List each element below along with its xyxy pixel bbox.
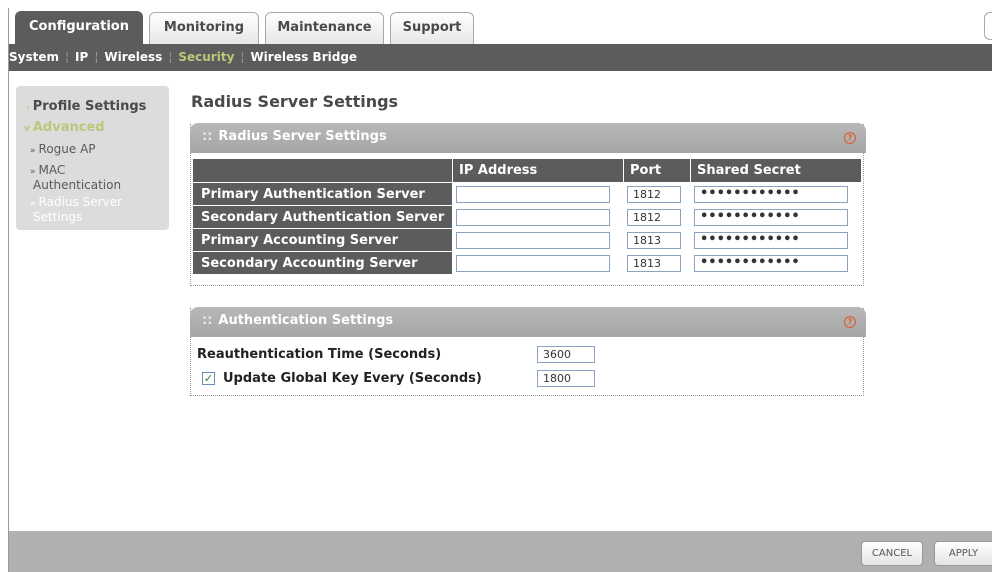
port-input[interactable]: 1812 xyxy=(627,208,681,226)
subnav-ip[interactable]: IP xyxy=(75,44,88,71)
help-icon[interactable]: ? xyxy=(844,316,856,328)
sidebar-item-label: Rogue AP xyxy=(38,142,96,156)
port-input[interactable]: 1813 xyxy=(627,254,681,272)
subnav-separator: ¦ xyxy=(168,50,173,64)
row-label: Primary Authentication Server xyxy=(193,183,452,205)
panel-header: :: Radius Server Settings ? xyxy=(190,123,866,153)
ip-address-input[interactable] xyxy=(456,208,610,226)
double-chevron-icon: » xyxy=(30,167,36,177)
radius-server-panel: :: Radius Server Settings ? IP Address Po… xyxy=(190,123,866,286)
port-cell: 1812 xyxy=(624,206,690,228)
update-global-key-label: Update Global Key Every (Seconds) xyxy=(223,371,482,386)
ip-cell xyxy=(453,229,623,251)
sidebar-item-label: Radius Server xyxy=(38,195,122,209)
secret-cell: •••••••••••• xyxy=(691,206,861,228)
double-chevron-icon: » xyxy=(30,146,36,156)
tab-monitoring[interactable]: Monitoring xyxy=(149,12,259,45)
tab-configuration[interactable]: Configuration xyxy=(15,11,143,45)
sidebar-item-mac-authentication[interactable]: » MAC Authentication xyxy=(30,164,121,192)
ip-cell xyxy=(453,206,623,228)
ip-address-input[interactable] xyxy=(456,231,610,249)
shared-secret-input[interactable]: •••••••••••• xyxy=(694,208,848,226)
subnav-system[interactable]: System xyxy=(9,44,59,71)
sidebar: › Profile Settings v Advanced » Rogue AP » M… xyxy=(16,86,169,230)
sub-navigation: System ¦ IP ¦ Wireless ¦ Security ¦ Wireless Bri… xyxy=(9,44,992,71)
table-row: Secondary Authentication Server 1812 •••… xyxy=(193,206,861,228)
ip-address-input[interactable] xyxy=(456,185,610,203)
table-header-row: IP Address Port Shared Secret xyxy=(193,159,861,182)
subnav-separator: ¦ xyxy=(65,50,70,64)
header-ip-address: IP Address xyxy=(453,159,623,182)
panel-title-text: Radius Server Settings xyxy=(218,129,387,144)
sidebar-item-label: Settings xyxy=(33,210,83,224)
subnav-wireless-bridge[interactable]: Wireless Bridge xyxy=(250,44,357,71)
port-cell: 1812 xyxy=(624,183,690,205)
top-tab-bar: Configuration Monitoring Maintenance Sup… xyxy=(9,8,992,45)
port-cell: 1813 xyxy=(624,252,690,274)
grip-icon: :: xyxy=(202,129,213,144)
table-row: Primary Authentication Server 1812 •••••… xyxy=(193,183,861,205)
subnav-separator: ¦ xyxy=(240,50,245,64)
panel-title: :: Authentication Settings xyxy=(202,313,393,328)
footer-bar: CANCEL APPLY xyxy=(9,531,992,572)
reauthentication-time-label: Reauthentication Time (Seconds) xyxy=(197,347,442,362)
ip-cell xyxy=(453,252,623,274)
sidebar-item-radius-server-settings[interactable]: » Radius Server Settings xyxy=(30,196,122,224)
ip-address-input[interactable] xyxy=(456,254,610,272)
authentication-settings-panel: :: Authentication Settings ? Reauthentica… xyxy=(190,307,866,396)
port-input[interactable]: 1813 xyxy=(627,231,681,249)
shared-secret-input[interactable]: •••••••••••• xyxy=(694,254,848,272)
sidebar-item-advanced[interactable]: v Advanced xyxy=(24,120,105,135)
sidebar-item-label: MAC xyxy=(38,163,66,177)
row-label: Primary Accounting Server xyxy=(193,229,452,251)
table-row: Primary Accounting Server 1813 •••••••••… xyxy=(193,229,861,251)
shared-secret-input[interactable]: •••••••••••• xyxy=(694,185,848,203)
ip-cell xyxy=(453,183,623,205)
secret-cell: •••••••••••• xyxy=(691,229,861,251)
panel-title-text: Authentication Settings xyxy=(218,313,394,328)
help-icon[interactable]: ? xyxy=(844,132,856,144)
chevron-down-icon: v xyxy=(24,124,30,134)
secret-cell: •••••••••••• xyxy=(691,252,861,274)
header-port: Port xyxy=(624,159,690,182)
reauthentication-time-input[interactable]: 3600 xyxy=(537,346,595,363)
table-row: Secondary Accounting Server 1813 •••••••… xyxy=(193,252,861,274)
panel-title: :: Radius Server Settings xyxy=(202,129,387,144)
sidebar-item-rogue-ap[interactable]: » Rogue AP xyxy=(30,143,96,158)
double-chevron-icon: » xyxy=(30,199,36,209)
secret-cell: •••••••••••• xyxy=(691,183,861,205)
subnav-separator: ¦ xyxy=(94,50,99,64)
update-global-key-checkbox[interactable]: ✓ xyxy=(202,372,215,385)
apply-button[interactable]: APPLY xyxy=(934,541,992,566)
logout-button-edge[interactable] xyxy=(984,12,992,40)
header-empty xyxy=(193,159,452,182)
row-label: Secondary Accounting Server xyxy=(193,252,452,274)
subnav-wireless[interactable]: Wireless xyxy=(104,44,162,71)
panel-header: :: Authentication Settings ? xyxy=(190,307,866,337)
tab-maintenance[interactable]: Maintenance xyxy=(265,12,384,45)
sidebar-item-label: Profile Settings xyxy=(32,99,147,114)
shared-secret-input[interactable]: •••••••••••• xyxy=(694,231,848,249)
page-title: Radius Server Settings xyxy=(191,92,399,111)
radius-server-table: IP Address Port Shared Secret Primary Au… xyxy=(192,158,862,275)
sidebar-item-label: Authentication xyxy=(33,178,122,192)
sidebar-item-label: Advanced xyxy=(32,120,105,135)
cancel-button[interactable]: CANCEL xyxy=(861,541,923,566)
sidebar-item-profile-settings[interactable]: › Profile Settings xyxy=(26,99,146,114)
check-icon: ✓ xyxy=(203,372,214,385)
grip-icon: :: xyxy=(202,313,213,328)
header-shared-secret: Shared Secret xyxy=(691,159,861,182)
tab-support[interactable]: Support xyxy=(390,12,474,45)
update-global-key-input[interactable]: 1800 xyxy=(537,370,595,387)
port-input[interactable]: 1812 xyxy=(627,185,681,203)
row-label: Secondary Authentication Server xyxy=(193,206,452,228)
port-cell: 1813 xyxy=(624,229,690,251)
subnav-security[interactable]: Security xyxy=(178,44,234,71)
chevron-right-icon: › xyxy=(26,103,30,113)
